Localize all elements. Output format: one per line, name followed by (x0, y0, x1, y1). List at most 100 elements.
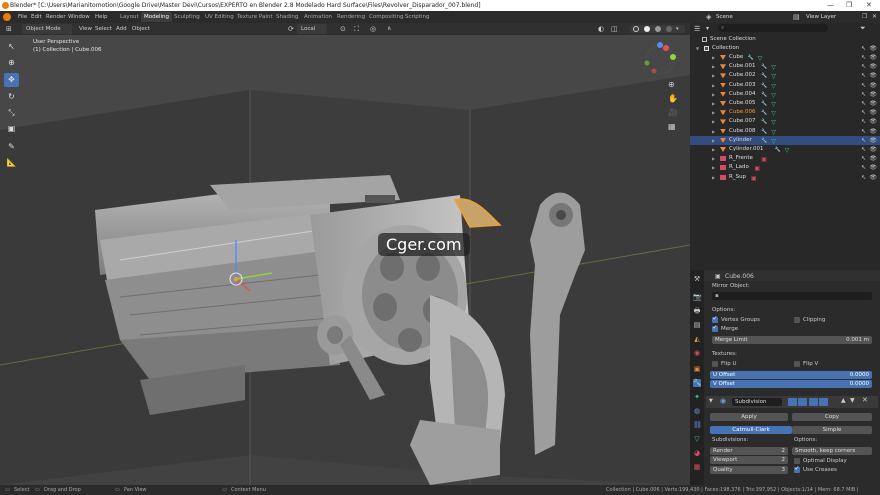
editmode-toggle-icon[interactable] (788, 398, 797, 406)
scene-name[interactable]: Scene (716, 14, 733, 20)
outliner-row-object[interactable]: ▶ Cube.002 🔧 ▽ ↖ 👁 (690, 71, 880, 80)
zoom-icon[interactable]: ⊕ (668, 80, 675, 89)
visibility-eye-icon[interactable]: 👁 (869, 81, 877, 90)
optimal-display-checkbox[interactable] (794, 458, 800, 464)
expand-chevron-icon[interactable]: ▶ (712, 81, 715, 90)
mode-selector[interactable]: Object Mode (22, 24, 72, 34)
menu-select[interactable]: Select (95, 23, 112, 35)
viewport-toggle-icon[interactable] (809, 398, 818, 406)
flip-v-checkbox[interactable] (794, 361, 800, 367)
close-icon[interactable]: ✕ (872, 13, 877, 20)
editor-type-icon[interactable]: ☰ (694, 25, 700, 33)
visibility-eye-icon[interactable]: 👁 (869, 173, 877, 182)
object-tab-icon[interactable]: ▣ (693, 365, 701, 373)
visibility-eye-icon[interactable]: 👁 (869, 62, 877, 71)
expand-chevron-icon[interactable]: ▶ (712, 154, 715, 163)
output-tab-icon[interactable]: 🖶 (693, 307, 701, 315)
collapse-chevron-icon[interactable]: ▼ (709, 398, 713, 404)
move-up-icon[interactable]: ▲ (841, 397, 846, 404)
rotate-tool-icon[interactable]: ↻ (4, 90, 19, 104)
menu-file[interactable]: File (18, 11, 27, 23)
clipping-checkbox[interactable] (794, 317, 800, 323)
expand-chevron-icon[interactable]: ▶ (712, 71, 715, 80)
proportional-edit-icon[interactable]: ◎ (370, 23, 376, 35)
outliner-row-object[interactable]: ▶ Cylinder 🔧 ▽ ↖ 👁 (690, 135, 880, 145)
workspace-tab-rendering[interactable]: Rendering (334, 12, 368, 22)
cursor-tool-icon[interactable]: ⊕ (4, 56, 19, 70)
select-tool-icon[interactable]: ↖ (4, 40, 19, 54)
uv-smooth-dropdown[interactable]: Smooth, keep corners (792, 447, 872, 455)
snap-icon[interactable]: ⛶ (354, 23, 359, 35)
particles-tab-icon[interactable]: ✦ (693, 393, 701, 401)
expand-chevron-icon[interactable]: ▶ (712, 108, 715, 117)
nav-z-icon[interactable] (657, 42, 663, 48)
rendered-shading-icon[interactable] (666, 26, 672, 32)
outliner-row-object[interactable]: ▶ Cube.006 🔧 ▽ ↖ 👁 (690, 108, 880, 117)
nav-neg-x-icon[interactable] (651, 68, 657, 74)
view-layer-name[interactable]: View Layer (806, 14, 836, 20)
selectable-icon[interactable]: ↖ (861, 99, 866, 108)
selectable-icon[interactable]: ↖ (861, 163, 866, 172)
menu-view[interactable]: View (79, 23, 92, 35)
menu-add[interactable]: Add (116, 23, 127, 35)
visibility-eye-icon[interactable]: 👁 (869, 44, 877, 53)
visibility-eye-icon[interactable]: 👁 (869, 71, 877, 80)
catmull-clark-button[interactable]: Catmull-Clark (710, 426, 792, 434)
visibility-eye-icon[interactable]: 👁 (869, 145, 877, 154)
outliner-row-object[interactable]: ▶ Cube.005 🔧 ▽ ↖ 👁 (690, 99, 880, 108)
scale-tool-icon[interactable]: ⤡ (4, 106, 19, 120)
texture-tab-icon[interactable]: ▦ (693, 463, 701, 471)
material-shading-icon[interactable] (655, 26, 661, 32)
workspace-tab-texture-paint[interactable]: Texture Paint (234, 12, 276, 22)
filter-funnel-icon[interactable]: ⏷ (860, 24, 866, 33)
outliner-row-object[interactable]: ▶ Cube.004 🔧 ▽ ↖ 👁 (690, 90, 880, 99)
expand-chevron-icon[interactable]: ▼ (696, 44, 699, 53)
u-offset-field[interactable]: U Offset 0.0000 (710, 371, 872, 379)
constraints-tab-icon[interactable]: ⛓ (693, 421, 702, 429)
editor-type-icon[interactable]: ⊞ (6, 23, 12, 35)
selectable-icon[interactable]: ↖ (861, 81, 866, 90)
render-tab-icon[interactable]: 📷 (693, 293, 702, 301)
modifier-tab-icon[interactable]: 🔧 (693, 379, 702, 387)
material-tab-icon[interactable]: ◕ (693, 449, 701, 457)
outliner-row-object[interactable]: ▶ R_Frente ▣ ↖ 👁 (690, 154, 880, 163)
transform-tool-icon[interactable]: ▣ (4, 122, 19, 136)
render-levels-field[interactable]: Render 2 (710, 447, 788, 455)
camera-view-icon[interactable]: 🎥 (668, 108, 678, 117)
workspace-tab-uv-editing[interactable]: UV Editing (202, 12, 237, 22)
close-icon[interactable]: ✕ (866, 0, 872, 11)
expand-chevron-icon[interactable]: ▶ (712, 163, 715, 172)
visibility-eye-icon[interactable]: 👁 (869, 163, 877, 172)
pan-hand-icon[interactable]: ✋ (668, 94, 678, 103)
outliner-row-object[interactable]: ▶ Cube.003 🔧 ▽ ↖ 👁 (690, 81, 880, 90)
view-layer-tab-icon[interactable]: ▤ (693, 321, 701, 329)
copy-icon[interactable]: ❐ (862, 13, 867, 20)
vertex-groups-checkbox[interactable] (712, 315, 718, 323)
view-layer-icon[interactable]: ▤ (793, 13, 800, 21)
apply-button[interactable]: Apply (710, 413, 788, 421)
wireframe-shading-icon[interactable] (633, 26, 639, 32)
outliner-row-object[interactable]: ▶ R_Lado ▣ ↖ 👁 (690, 163, 880, 172)
workspace-tab-layout[interactable]: Layout (117, 12, 142, 22)
modifier-name-field[interactable]: Subdivision (732, 398, 782, 406)
scene-tab-icon[interactable]: ◭ (693, 335, 701, 343)
filter-icon[interactable]: ▾ (706, 25, 709, 32)
outliner-row-object[interactable]: ▶ Cube.008 🔧 ▽ ↖ 👁 (690, 127, 880, 136)
outliner-row-collection[interactable]: ▼ Collection ↖ 👁 (690, 44, 880, 53)
visibility-eye-icon[interactable]: 👁 (869, 90, 877, 99)
maximize-icon[interactable]: ❐ (846, 0, 852, 11)
expand-chevron-icon[interactable]: ▶ (712, 145, 715, 154)
selectable-icon[interactable]: ↖ (861, 154, 866, 163)
shading-options-chevron-icon[interactable]: ▾ (676, 23, 679, 35)
visibility-eye-icon[interactable]: 👁 (869, 99, 877, 108)
expand-chevron-icon[interactable]: ▶ (712, 99, 715, 108)
3d-viewport[interactable]: User Perspective (1) Collection | Cube.0… (0, 35, 690, 485)
selectable-icon[interactable]: ↖ (861, 136, 866, 145)
outliner-row-scene-collection[interactable]: Scene Collection (690, 35, 880, 44)
menu-window[interactable]: Window (68, 11, 90, 23)
expand-chevron-icon[interactable]: ▶ (712, 173, 715, 182)
pivot-icon[interactable]: ⊙ (340, 23, 346, 35)
visibility-eye-icon[interactable]: 👁 (869, 53, 877, 62)
use-creases-checkbox[interactable] (794, 465, 800, 473)
selectable-icon[interactable]: ↖ (861, 173, 866, 182)
